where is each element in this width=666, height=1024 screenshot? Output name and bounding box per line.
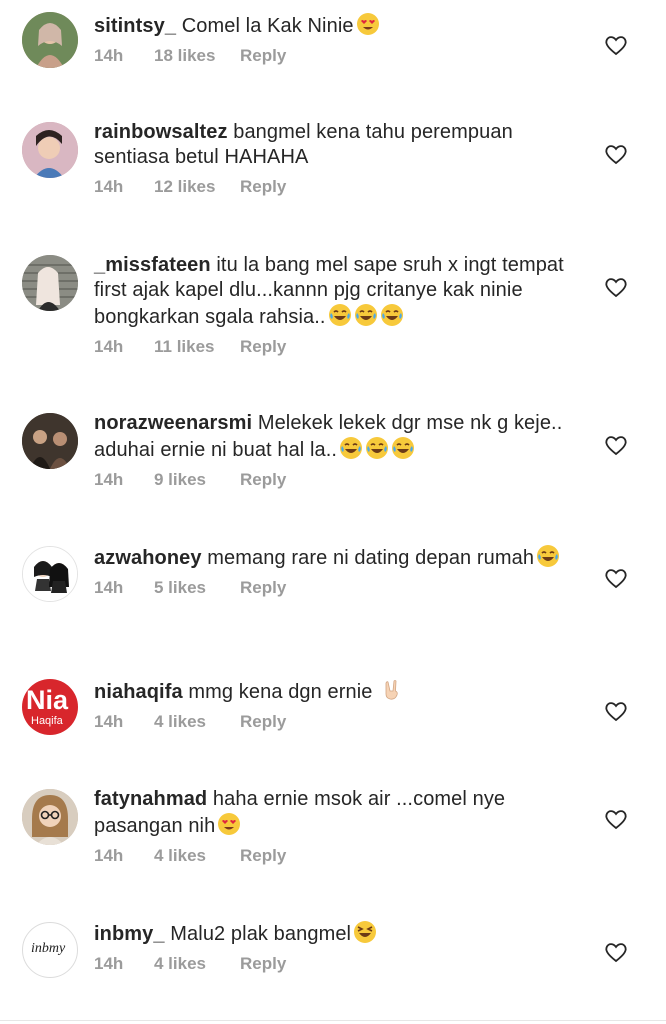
comment-time: 14h	[94, 46, 124, 65]
divider	[0, 1020, 666, 1021]
avatar[interactable]	[22, 413, 78, 469]
heart-eyes-emoji-icon	[218, 813, 241, 835]
comment-text: niahaqifa mmg kena dgn ernie	[94, 678, 564, 705]
avatar[interactable]: inbmy	[22, 922, 78, 978]
avatar-image	[22, 789, 78, 845]
reply-button[interactable]: Reply	[240, 177, 286, 197]
avatar-image	[22, 255, 78, 311]
reply-button[interactable]: Reply	[240, 337, 286, 357]
comment-time: 14h	[94, 177, 124, 196]
avatar-image	[23, 547, 77, 601]
heart-outline-icon[interactable]	[604, 941, 628, 963]
comment-username[interactable]: norazweenarsmi	[94, 412, 252, 434]
comment-body: memang rare ni dating depan rumah	[207, 547, 535, 569]
avatar[interactable]: Nia Haqifa	[22, 679, 78, 735]
comment-username[interactable]: niahaqifa	[94, 681, 183, 703]
reply-button[interactable]: Reply	[240, 846, 286, 866]
comment-time: 14h	[94, 954, 124, 973]
comment-likes[interactable]: 12 likes	[154, 177, 240, 197]
comment-username[interactable]: azwahoney	[94, 547, 202, 569]
comment-meta: 14h 5 likes Reply	[94, 578, 564, 598]
comment-likes[interactable]: 4 likes	[154, 712, 240, 732]
comment-username[interactable]: fatynahmad	[94, 788, 207, 810]
comment-text: _missfateen itu la bang mel sape sruh x …	[94, 253, 564, 330]
comment-time: 14h	[94, 470, 124, 489]
comment-time: 14h	[94, 578, 124, 597]
avatar[interactable]	[22, 789, 78, 845]
avatar[interactable]	[22, 122, 78, 178]
comment-username[interactable]: sitintsy_	[94, 15, 176, 37]
comment-likes[interactable]: 4 likes	[154, 846, 240, 866]
avatar-logo-subtext: Haqifa	[31, 715, 63, 727]
victory-hand-emoji-icon	[385, 680, 398, 700]
avatar[interactable]	[22, 255, 78, 311]
heart-outline-icon[interactable]	[604, 434, 628, 456]
comment-body: mmg kena dgn ernie	[188, 681, 373, 703]
grinning-squinting-emoji-icon	[354, 921, 377, 943]
laughing-tears-emoji-icon	[380, 304, 403, 326]
comment-body: Comel la Kak Ninie	[181, 15, 354, 37]
comment-likes[interactable]: 4 likes	[154, 954, 240, 974]
reply-button[interactable]: Reply	[240, 46, 286, 66]
comment-time: 14h	[94, 846, 124, 865]
comment-text: norazweenarsmi Melekek lekek dgr mse nk …	[94, 411, 564, 463]
laughing-tears-emoji-icon	[340, 437, 363, 459]
laughing-tears-emoji-icon	[328, 304, 351, 326]
comment-text: rainbowsaltez bangmel kena tahu perempua…	[94, 120, 564, 170]
comment-meta: 14h 4 likes Reply	[94, 954, 564, 974]
avatar-logo-text: inbmy	[31, 941, 66, 956]
comment-likes[interactable]: 5 likes	[154, 578, 240, 598]
laughing-tears-emoji-icon	[537, 545, 560, 567]
comment-username[interactable]: inbmy_	[94, 923, 165, 945]
reply-button[interactable]: Reply	[240, 470, 286, 490]
heart-outline-icon[interactable]	[604, 700, 628, 722]
heart-outline-icon[interactable]	[604, 567, 628, 589]
comment-likes[interactable]: 9 likes	[154, 470, 240, 490]
laughing-tears-emoji-icon	[392, 437, 415, 459]
comment-text: fatynahmad haha ernie msok air ...comel …	[94, 787, 564, 839]
heart-outline-icon[interactable]	[604, 34, 628, 56]
comment-text: sitintsy_ Comel la Kak Ninie	[94, 12, 564, 39]
heart-outline-icon[interactable]	[604, 143, 628, 165]
comment-body: Malu2 plak bangmel	[170, 923, 352, 945]
comment-text: azwahoney memang rare ni dating depan ru…	[94, 544, 564, 571]
comment-meta: 14h 18 likes Reply	[94, 46, 564, 66]
avatar-logo-text: Nia	[26, 685, 69, 715]
laughing-tears-emoji-icon	[366, 437, 389, 459]
laughing-tears-emoji-icon	[354, 304, 377, 326]
heart-outline-icon[interactable]	[604, 808, 628, 830]
comment-username[interactable]: _missfateen	[94, 254, 211, 276]
comment-time: 14h	[94, 712, 124, 731]
avatar[interactable]	[22, 546, 78, 602]
comment-meta: 14h 4 likes Reply	[94, 846, 564, 866]
comment-username[interactable]: rainbowsaltez	[94, 121, 228, 143]
reply-button[interactable]: Reply	[240, 578, 286, 598]
comment-meta: 14h 11 likes Reply	[94, 337, 564, 357]
comment-likes[interactable]: 18 likes	[154, 46, 240, 66]
heart-outline-icon[interactable]	[604, 276, 628, 298]
avatar-image	[22, 122, 78, 178]
heart-eyes-emoji-icon	[356, 13, 379, 35]
comment-likes[interactable]: 11 likes	[154, 337, 240, 357]
comment-meta: 14h 9 likes Reply	[94, 470, 564, 490]
comment-meta: 14h 12 likes Reply	[94, 177, 564, 197]
avatar-image	[22, 12, 78, 68]
reply-button[interactable]: Reply	[240, 712, 286, 732]
comment-meta: 14h 4 likes Reply	[94, 712, 564, 732]
reply-button[interactable]: Reply	[240, 954, 286, 974]
avatar[interactable]	[22, 12, 78, 68]
comment-text: inbmy_ Malu2 plak bangmel	[94, 920, 564, 947]
comment-time: 14h	[94, 337, 124, 356]
avatar-image	[22, 413, 78, 469]
